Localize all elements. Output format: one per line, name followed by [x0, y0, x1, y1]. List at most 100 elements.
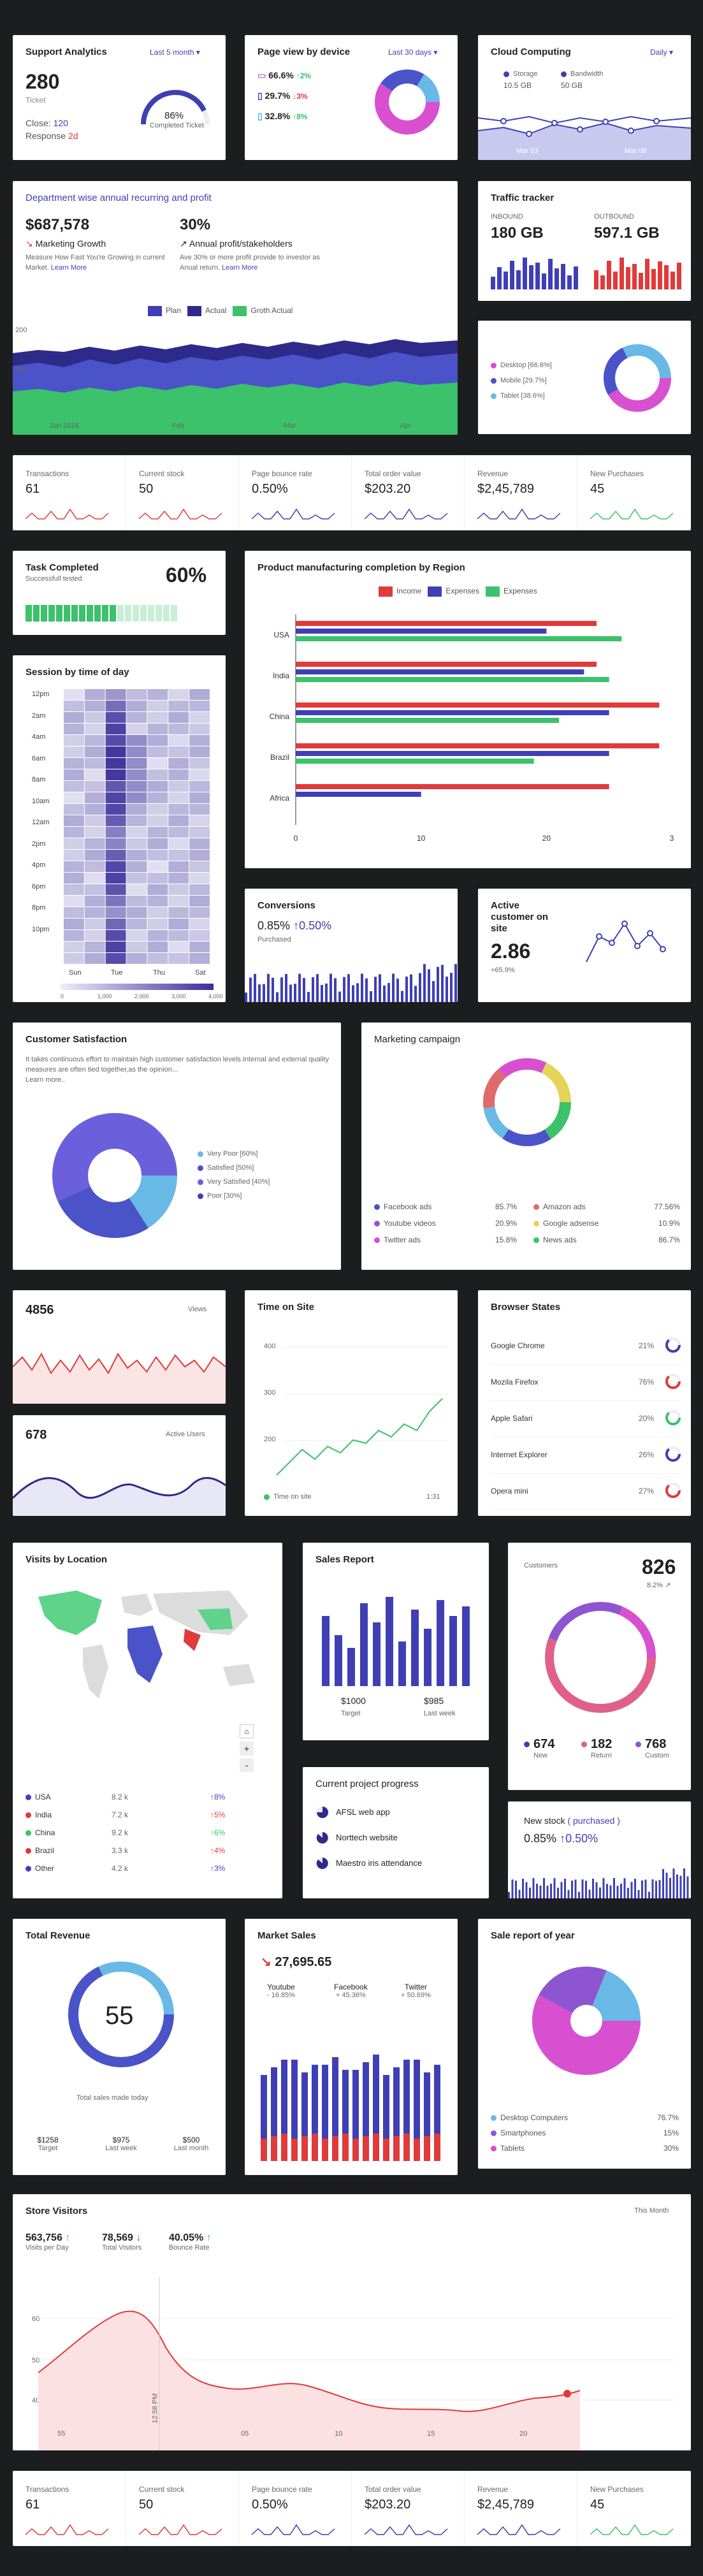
- map-zoom-in-button[interactable]: +: [240, 1742, 254, 1756]
- stock-bar: [532, 1878, 535, 1898]
- map-zoom-out-button[interactable]: -: [240, 1758, 254, 1772]
- heat-cell: [168, 701, 189, 711]
- heat-cell: [64, 896, 84, 906]
- heat-cell: [126, 953, 147, 964]
- stat-value: $203.20: [365, 482, 411, 496]
- visit-row: Other 4.2 k ↑3%: [25, 1864, 268, 1882]
- inbound-bars: [491, 258, 578, 289]
- customers-card: Customers 826 8.2% ↗ 674 New 182 Return 76…: [508, 1543, 691, 1790]
- outbound-value: 597.1 GB: [594, 224, 660, 242]
- x-tick-jan: Jan 2018: [50, 422, 79, 430]
- sales-bars: [322, 1597, 470, 1686]
- heat-cell: [64, 827, 84, 838]
- conv-bar: [388, 982, 390, 1002]
- outbound-bar: [658, 261, 662, 289]
- stat-cell: Transactions 61: [13, 455, 126, 530]
- project-row: Norttech website: [315, 1831, 481, 1856]
- market-value: ↘ 27,695.65: [261, 1955, 332, 1969]
- stock-bar: [669, 1877, 671, 1898]
- heat-cell: [168, 758, 189, 769]
- stock-bar: [620, 1883, 622, 1898]
- inbound-bar: [554, 268, 559, 289]
- project-row: AFSL web app: [315, 1805, 481, 1831]
- bandwidth-legend: Bandwidth: [561, 70, 603, 78]
- card-title: Page view by device: [257, 47, 351, 57]
- heat-cell: [64, 769, 84, 780]
- heat-cell: [168, 884, 189, 895]
- market-bar-blue: [363, 2062, 369, 2136]
- task-segment: [25, 605, 32, 622]
- heat-cell: [147, 769, 168, 780]
- browser-row: Internet Explorer 26%: [491, 1437, 682, 1474]
- tos-line: [276, 1347, 449, 1476]
- task-segment: [140, 605, 147, 622]
- stat-sparkline: [138, 2524, 222, 2535]
- conv-bar: [374, 977, 377, 1002]
- market-bar-blue: [424, 2072, 430, 2136]
- task-segment: [117, 605, 124, 622]
- sales-lastweek-value: $985: [424, 1696, 444, 1706]
- heat-cell: [105, 735, 126, 746]
- device-row-tablet: ▯ 32.8% ↑8%: [257, 111, 308, 121]
- conv-bar: [441, 964, 444, 1002]
- map-home-button[interactable]: ⌂: [240, 1724, 254, 1738]
- scale-label: 3,000: [171, 993, 186, 1000]
- period-dropdown[interactable]: Daily ▾: [650, 48, 673, 57]
- heat-cell: [147, 712, 168, 723]
- sales-report-card: Sales Report $1000 Target $985 Last week: [303, 1543, 489, 1740]
- market-bar-red: [383, 2139, 389, 2161]
- card-title: Department wise annual recurring and pro…: [25, 193, 212, 203]
- market-bar-blue: [393, 2067, 400, 2136]
- x-tick-apr: Apr: [400, 422, 412, 430]
- tos-time: 1:31: [426, 1493, 440, 1501]
- sales-bar: [398, 1641, 406, 1686]
- stock-bar: [641, 1880, 643, 1898]
- users-wave: [13, 1476, 226, 1516]
- traffic-tracker-card: Traffic tracker INBOUND 180 GB OUTBOUND …: [478, 181, 691, 301]
- stat-cell: Current stock 50: [126, 2471, 238, 2546]
- task-progress: [25, 605, 178, 622]
- day-label: Sat: [195, 969, 206, 977]
- customers-ring: [545, 1602, 656, 1713]
- heat-cell: [168, 919, 189, 929]
- heat-cell: [105, 746, 126, 757]
- stock-bar: [571, 1881, 573, 1898]
- scale-label: 4,000: [208, 993, 223, 1000]
- heat-cell: [147, 838, 168, 849]
- browser-rows: Google Chrome 21% Mozila Firefox 76% Apple S…: [491, 1328, 682, 1510]
- period-dropdown[interactable]: Last 30 days ▾: [388, 48, 437, 57]
- active-customer-card: Active customer on site 2.86 +65.9%: [478, 889, 691, 1002]
- stat-sparkline: [477, 2524, 561, 2535]
- conv-bar: [428, 969, 430, 1002]
- heat-cell: [64, 953, 84, 964]
- heat-cell: [84, 907, 105, 918]
- heat-cell: [189, 735, 210, 746]
- task-segment: [87, 605, 93, 622]
- learn-more-link[interactable]: Learn more..: [25, 1076, 65, 1084]
- cloud-chart: [478, 115, 691, 160]
- browser-row: Mozila Firefox 76%: [491, 1365, 682, 1401]
- conv-bar: [303, 978, 305, 1002]
- stock-bar: [588, 1889, 591, 1898]
- period-dropdown[interactable]: Last 5 month ▾: [150, 48, 200, 57]
- market-bar-red: [424, 2136, 430, 2161]
- heat-cell: [105, 792, 126, 803]
- stat-label: Revenue: [477, 469, 509, 478]
- heat-cell: [147, 735, 168, 746]
- heat-cell: [84, 769, 105, 780]
- heat-cell: [64, 942, 84, 952]
- conv-bar: [285, 973, 287, 1002]
- heat-cell: [147, 942, 168, 952]
- category-label: Africa: [270, 794, 289, 803]
- conversions-card: Conversions 0.85% ↑0.50% Purchased: [245, 889, 458, 1002]
- heat-cell: [105, 827, 126, 838]
- heat-cell: [64, 838, 84, 849]
- conv-bar: [312, 977, 314, 1002]
- manufacturing-bar-chart: USA India China Brazil Africa 0 10 20 3: [270, 615, 674, 843]
- outbound-bar: [607, 261, 611, 289]
- period-label[interactable]: This Month: [634, 2207, 669, 2215]
- stat-value: $203.20: [365, 2498, 411, 2512]
- conv-bar: [258, 984, 261, 1002]
- conv-bar: [361, 973, 363, 1002]
- region-bar: [296, 702, 660, 708]
